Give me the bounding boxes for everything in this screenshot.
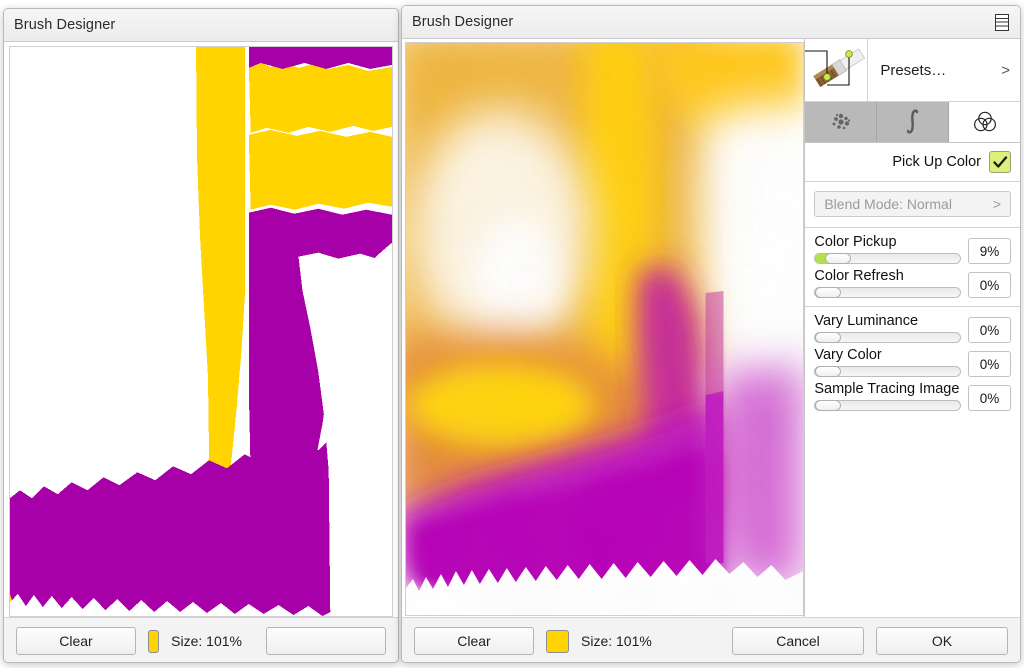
clear-button-right[interactable]: Clear [414, 627, 534, 655]
slider-label-color-pickup: Color Pickup [814, 234, 897, 250]
slider-track-vary-color[interactable] [814, 366, 961, 377]
slider-track-vary-luminance[interactable] [814, 332, 961, 343]
slider-track-color-refresh[interactable] [814, 287, 961, 298]
window-body-right: Presets… > Pick Up Color Blend Mode: Nor… [402, 39, 1020, 662]
slider-group-vary: Vary Luminance 0% Vary Color 0% Sample T… [805, 307, 1020, 419]
slider-value-vary-color[interactable]: 0% [968, 351, 1011, 377]
slider-label-vary-luminance: Vary Luminance [814, 313, 919, 329]
artwork-hard-edge [10, 47, 392, 616]
screen: Brush Designer Clear Size: 101% Brush De… [0, 0, 1024, 668]
window-title-left: Brush Designer [14, 17, 116, 33]
list-menu-icon[interactable] [994, 13, 1010, 31]
ok-button[interactable]: OK [876, 627, 1008, 655]
color-swatch-right[interactable] [546, 629, 569, 653]
size-label-right: Size: 101% [581, 633, 652, 649]
slider-group-color: Color Pickup 9% Color Refresh 0% [805, 228, 1020, 307]
blend-mode-chevron-icon: > [992, 196, 1001, 212]
presets-button[interactable]: Presets… > [868, 39, 1020, 101]
footer-button-left-occluded[interactable] [266, 627, 386, 655]
cancel-button[interactable]: Cancel [732, 627, 864, 655]
slider-thumb[interactable] [825, 253, 852, 264]
brush-preview-thumbnail[interactable] [805, 39, 869, 101]
titlebar-right[interactable]: Brush Designer [402, 6, 1020, 39]
brush-settings-panel: Presets… > Pick Up Color Blend Mode: Nor… [804, 39, 1020, 662]
slider-thumb[interactable] [815, 287, 842, 298]
slider-sample-tracing-image[interactable]: Sample Tracing Image 0% [814, 381, 1011, 411]
window-title-right: Brush Designer [412, 14, 514, 30]
chevron-right-icon: > [1001, 61, 1010, 79]
presets-label: Presets… [880, 61, 947, 79]
slider-label-color-refresh: Color Refresh [814, 268, 904, 284]
slider-track-sample-tracing-image[interactable] [814, 400, 961, 411]
panel-tabs [805, 102, 1020, 143]
clear-button-left[interactable]: Clear [16, 627, 136, 655]
slider-value-vary-luminance[interactable]: 0% [968, 317, 1011, 343]
blend-mode-label: Blend Mode: Normal [824, 196, 952, 212]
tab-color[interactable] [949, 102, 1020, 142]
slider-value-color-refresh[interactable]: 0% [968, 272, 1011, 298]
paint-canvas-right[interactable] [405, 42, 805, 616]
slider-track-color-pickup[interactable] [814, 253, 961, 264]
brush-designer-window-background[interactable]: Brush Designer Clear Size: 101% [3, 8, 399, 663]
footer-right: Clear Size: 101% Cancel OK [402, 617, 1020, 662]
slider-label-sample-tracing-image: Sample Tracing Image [814, 381, 960, 397]
pick-up-color-label: Pick Up Color [892, 154, 981, 170]
brush-designer-window-active[interactable]: Brush Designer Presets… > Pick Up Color … [401, 5, 1021, 663]
slider-vary-luminance[interactable]: Vary Luminance 0% [814, 313, 1011, 343]
footer-left: Clear Size: 101% [4, 617, 398, 662]
slider-thumb[interactable] [815, 366, 842, 377]
tab-spray-dots[interactable] [805, 102, 878, 142]
slider-vary-color[interactable]: Vary Color 0% [814, 347, 1011, 377]
pick-up-color-checkbox[interactable] [989, 151, 1011, 173]
slider-thumb[interactable] [815, 332, 842, 343]
pick-up-color-row[interactable]: Pick Up Color [805, 143, 1020, 182]
window-body-left: Clear Size: 101% [4, 42, 398, 662]
slider-thumb[interactable] [815, 400, 842, 411]
titlebar-left[interactable]: Brush Designer [4, 9, 398, 42]
presets-row[interactable]: Presets… > [805, 39, 1020, 102]
color-swatch-left[interactable] [148, 629, 160, 653]
slider-value-color-pickup[interactable]: 9% [968, 238, 1011, 264]
slider-value-sample-tracing-image[interactable]: 0% [968, 385, 1011, 411]
size-label-left: Size: 101% [171, 633, 242, 649]
slider-label-vary-color: Vary Color [814, 347, 882, 363]
paint-canvas-left[interactable] [9, 46, 393, 617]
tab-curve[interactable] [877, 102, 950, 142]
blend-mode-section: Blend Mode: Normal > [805, 182, 1020, 228]
slider-color-refresh[interactable]: Color Refresh 0% [814, 268, 1011, 298]
slider-color-pickup[interactable]: Color Pickup 9% [814, 234, 1011, 264]
blend-mode-button[interactable]: Blend Mode: Normal > [814, 191, 1011, 217]
artwork-soft-blend [406, 43, 804, 615]
